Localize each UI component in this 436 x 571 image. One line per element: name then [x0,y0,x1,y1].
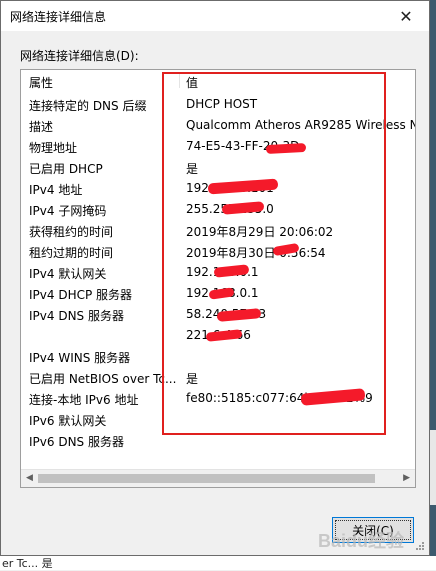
list-row[interactable]: 连接特定的 DNS 后缀 DHCP HOST [21,95,415,116]
column-header-value[interactable]: 值 [186,74,198,91]
horizontal-scrollbar[interactable]: ◀ ▶ [21,469,415,487]
property-cell: IPv4 默认网关 [29,267,107,281]
scroll-right-arrow-icon[interactable]: ▶ [403,473,410,483]
property-cell: IPv4 WINS 服务器 [29,351,131,365]
property-cell: 描述 [29,120,54,134]
property-cell: 连接-本地 IPv6 地址 [29,393,139,407]
property-cell: IPv6 默认网关 [29,414,107,428]
list-row[interactable]: 物理地址 74-E5-43-FF-20-3D [21,137,415,158]
title-bar[interactable]: 网络连接详细信息 ✕ [1,1,429,31]
value-cell: 是 [186,372,199,386]
value-cell: 是 [186,162,199,176]
close-icon[interactable]: ✕ [383,1,429,31]
property-cell: 连接特定的 DNS 后缀 [29,99,147,113]
list-row[interactable]: IPv6 DNS 服务器 [21,431,415,452]
scroll-left-arrow-icon[interactable]: ◀ [26,473,33,483]
property-cell: IPv4 子网掩码 [29,204,107,218]
property-cell: IPv4 地址 [29,183,83,197]
background-window-text: er Tc... 是 [2,557,53,570]
property-cell: 租约过期的时间 [29,246,114,260]
list-row[interactable]: IPv6 默认网关 [21,410,415,431]
list-row[interactable]: 描述 Qualcomm Atheros AR9285 Wireless Ne [21,116,416,137]
property-cell: IPv4 DNS 服务器 [29,309,124,323]
resize-grip-icon[interactable] [415,541,425,551]
list-row[interactable]: 已启用 DHCP 是 [21,158,415,179]
list-row[interactable]: 已启用 NetBIOS over Tc... 是 [21,368,415,389]
background-window-edge-light [430,430,436,505]
baidu-watermark: Baidu经验 [318,531,405,551]
list-row[interactable]: 获得租约的时间 2019年8月29日 20:06:02 [21,221,415,242]
list-row[interactable]: IPv4 子网掩码255.255.255.0 [21,200,415,221]
window-title: 网络连接详细信息 [10,10,107,24]
background-window-strip [0,556,436,570]
details-group-label: 网络连接详细信息(D): [20,49,139,63]
property-cell: 已启用 DHCP [29,162,103,176]
value-cell: 2019年8月30日 0:56:54 [186,246,326,260]
network-details-dialog: 网络连接详细信息 ✕ 网络连接详细信息(D): 属性 值 连接特定的 DNS 后… [0,0,430,556]
property-cell: 获得租约的时间 [29,225,114,239]
property-cell: 已启用 NetBIOS over Tc... [29,372,177,386]
property-cell: IPv6 DNS 服务器 [29,435,124,449]
details-list[interactable]: 属性 值 连接特定的 DNS 后缀 DHCP HOST 描述 Qualcomm At… [20,69,416,488]
property-cell: 物理地址 [29,141,78,155]
column-header-property[interactable]: 属性 [29,74,53,91]
scrollbar-thumb[interactable] [38,474,375,483]
column-divider[interactable] [179,72,180,88]
property-cell: IPv4 DHCP 服务器 [29,288,133,302]
value-cell: DHCP HOST [186,97,258,111]
list-row[interactable]: IPv4 WINS 服务器 [21,347,415,368]
list-row[interactable]: 租约过期的时间 2019年8月30日 0:56:54 [21,242,415,263]
value-cell: 2019年8月29日 20:06:02 [186,225,334,239]
value-cell: Qualcomm Atheros AR9285 Wireless Ne [186,118,416,132]
